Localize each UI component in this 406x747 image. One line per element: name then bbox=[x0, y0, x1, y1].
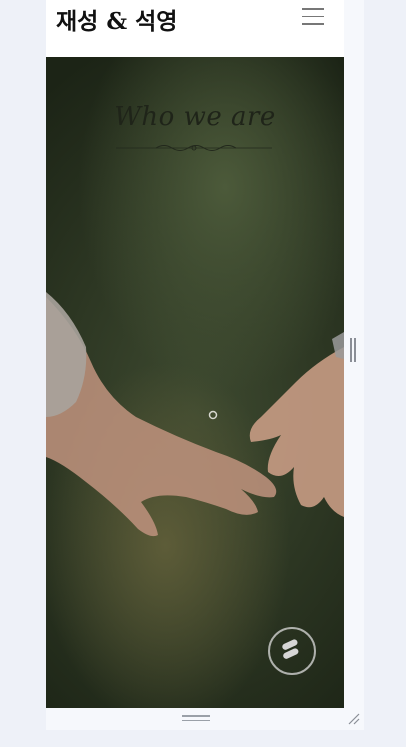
hero-section: Who we are bbox=[46, 57, 344, 708]
scroll-handle-icon[interactable] bbox=[350, 338, 356, 362]
hamburger-icon[interactable] bbox=[302, 8, 324, 28]
phone-frame: 재성 & 석영 Who we are bbox=[46, 0, 344, 708]
site-header: 재성 & 석영 bbox=[46, 0, 344, 57]
brand-logo-icon[interactable] bbox=[268, 627, 316, 675]
resize-corner-icon[interactable] bbox=[347, 712, 361, 726]
drag-grip-icon[interactable] bbox=[182, 715, 210, 723]
site-title: 재성 & 석영 bbox=[56, 8, 178, 35]
hero-heading: Who we are bbox=[114, 102, 276, 132]
ornament-divider-icon bbox=[116, 145, 272, 151]
